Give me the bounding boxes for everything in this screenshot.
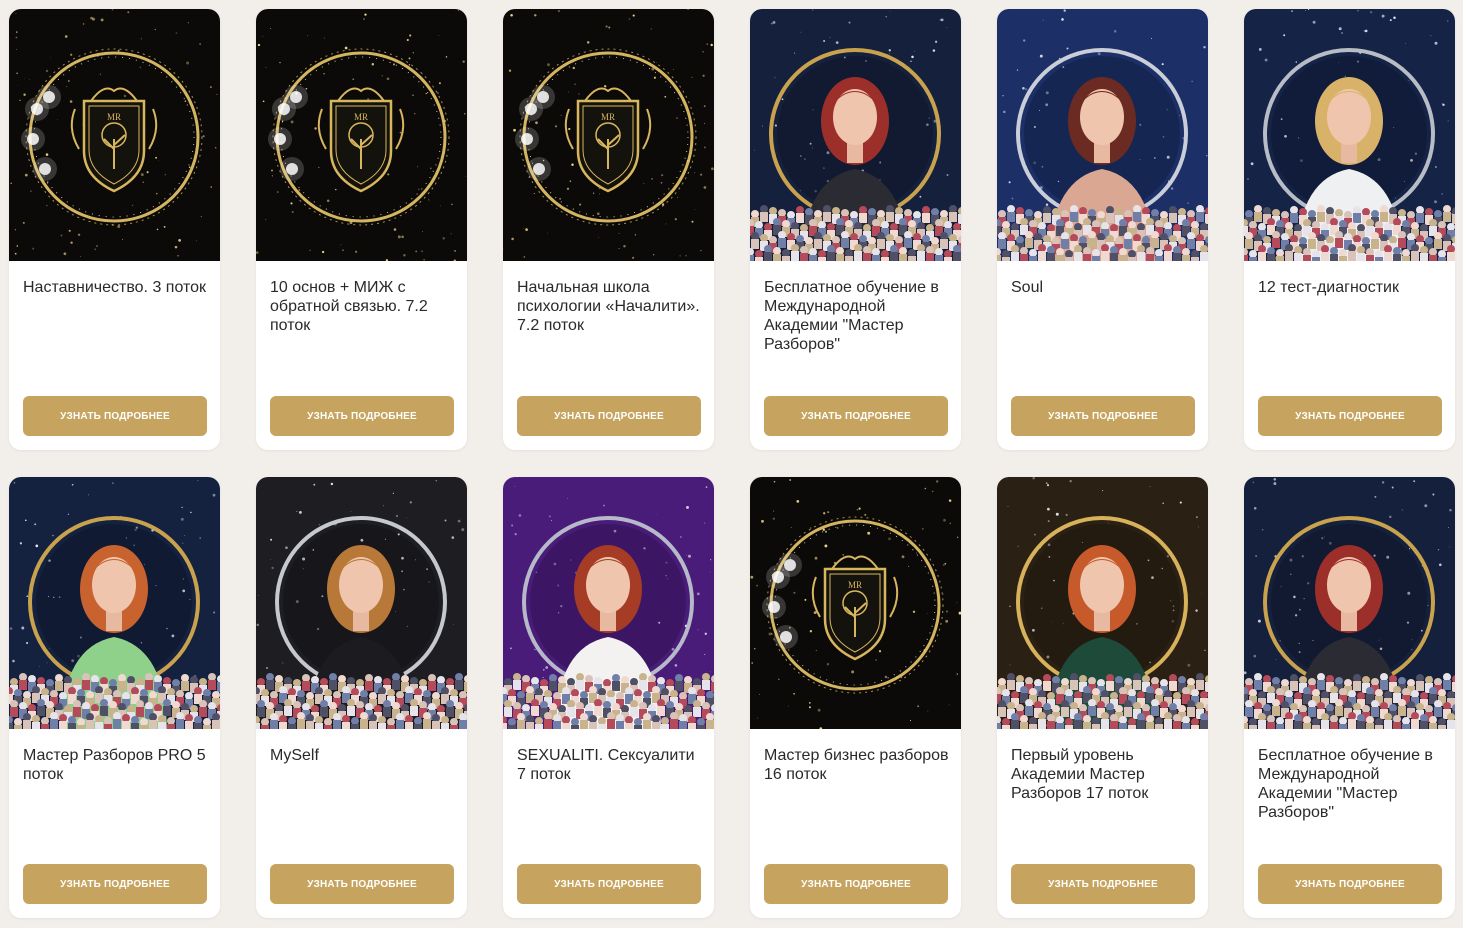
learn-more-button[interactable]: УЗНАТЬ ПОДРОБНЕЕ — [1258, 864, 1442, 904]
course-grid: MR Наставничество. 3 поток УЗНАТЬ ПОДРОБНЕ… — [9, 9, 1455, 918]
course-card[interactable]: Бесплатное обучение в Международной Акад… — [1244, 477, 1455, 918]
course-title: 10 основ + МИЖ с обратной связью. 7.2 по… — [270, 279, 428, 334]
course-card[interactable]: MR Мастер бизнес разборов 16 поток УЗНАТЬ … — [750, 477, 961, 918]
course-title: Soul — [1011, 279, 1044, 296]
course-cover-portrait-image[interactable] — [750, 9, 961, 261]
course-title: 12 тест-диагностик — [1258, 279, 1399, 296]
course-card[interactable]: MySelf УЗНАТЬ ПОДРОБНЕЕ — [256, 477, 467, 918]
course-card[interactable]: Мастер Разборов PRO 5 поток УЗНАТЬ ПОДРОБ… — [9, 477, 220, 918]
course-title: Бесплатное обучение в Международной Акад… — [1258, 747, 1433, 821]
course-title: Мастер Разборов PRO 5 поток — [23, 747, 206, 783]
course-card[interactable]: MR 10 основ + МИЖ с обратной связью. 7.2 … — [256, 9, 467, 450]
learn-more-button[interactable]: УЗНАТЬ ПОДРОБНЕЕ — [764, 396, 948, 436]
learn-more-button[interactable]: УЗНАТЬ ПОДРОБНЕЕ — [517, 864, 701, 904]
svg-text:MR: MR — [848, 580, 862, 590]
course-cover-portrait-image[interactable] — [997, 9, 1208, 261]
course-title: Мастер бизнес разборов 16 поток — [764, 747, 949, 783]
course-cover-portrait-image[interactable] — [1244, 9, 1455, 261]
course-title: Начальная школа психологии «Началити». 7… — [517, 279, 700, 334]
course-card[interactable]: MR Наставничество. 3 поток УЗНАТЬ ПОДРОБНЕ… — [9, 9, 220, 450]
course-title: Бесплатное обучение в Международной Акад… — [764, 279, 939, 353]
course-cover-portrait-image[interactable] — [9, 477, 220, 729]
course-title: MySelf — [270, 747, 319, 764]
course-cover-logo-image[interactable]: MR — [9, 9, 220, 261]
course-cover-portrait-image[interactable] — [256, 477, 467, 729]
svg-text:MR: MR — [354, 112, 368, 122]
course-title: Наставничество. 3 поток — [23, 279, 207, 296]
course-card[interactable]: 12 тест-диагностик УЗНАТЬ ПОДРОБНЕЕ — [1244, 9, 1455, 450]
course-card[interactable]: Первый уровень Академии Мастер Разборов … — [997, 477, 1208, 918]
course-cover-logo-image[interactable]: MR — [750, 477, 961, 729]
course-title: Первый уровень Академии Мастер Разборов … — [1011, 747, 1149, 802]
learn-more-button[interactable]: УЗНАТЬ ПОДРОБНЕЕ — [270, 864, 454, 904]
learn-more-button[interactable]: УЗНАТЬ ПОДРОБНЕЕ — [1258, 396, 1442, 436]
learn-more-button[interactable]: УЗНАТЬ ПОДРОБНЕЕ — [1011, 864, 1195, 904]
learn-more-button[interactable]: УЗНАТЬ ПОДРОБНЕЕ — [270, 396, 454, 436]
course-card[interactable]: SEXUALITI. Сексуалити 7 поток УЗНАТЬ ПОДР… — [503, 477, 714, 918]
course-cover-logo-image[interactable]: MR — [256, 9, 467, 261]
course-card[interactable]: MR Начальная школа психологии «Началити».… — [503, 9, 714, 450]
course-card[interactable]: Soul УЗНАТЬ ПОДРОБНЕЕ — [997, 9, 1208, 450]
learn-more-button[interactable]: УЗНАТЬ ПОДРОБНЕЕ — [517, 396, 701, 436]
course-cover-logo-image[interactable]: MR — [503, 9, 714, 261]
learn-more-button[interactable]: УЗНАТЬ ПОДРОБНЕЕ — [23, 396, 207, 436]
learn-more-button[interactable]: УЗНАТЬ ПОДРОБНЕЕ — [23, 864, 207, 904]
svg-text:MR: MR — [107, 112, 121, 122]
svg-text:MR: MR — [601, 112, 615, 122]
course-cover-portrait-image[interactable] — [503, 477, 714, 729]
learn-more-button[interactable]: УЗНАТЬ ПОДРОБНЕЕ — [1011, 396, 1195, 436]
course-cover-portrait-image[interactable] — [1244, 477, 1455, 729]
learn-more-button[interactable]: УЗНАТЬ ПОДРОБНЕЕ — [764, 864, 948, 904]
course-card[interactable]: Бесплатное обучение в Международной Акад… — [750, 9, 961, 450]
course-cover-portrait-image[interactable] — [997, 477, 1208, 729]
course-title: SEXUALITI. Сексуалити 7 поток — [517, 747, 695, 783]
